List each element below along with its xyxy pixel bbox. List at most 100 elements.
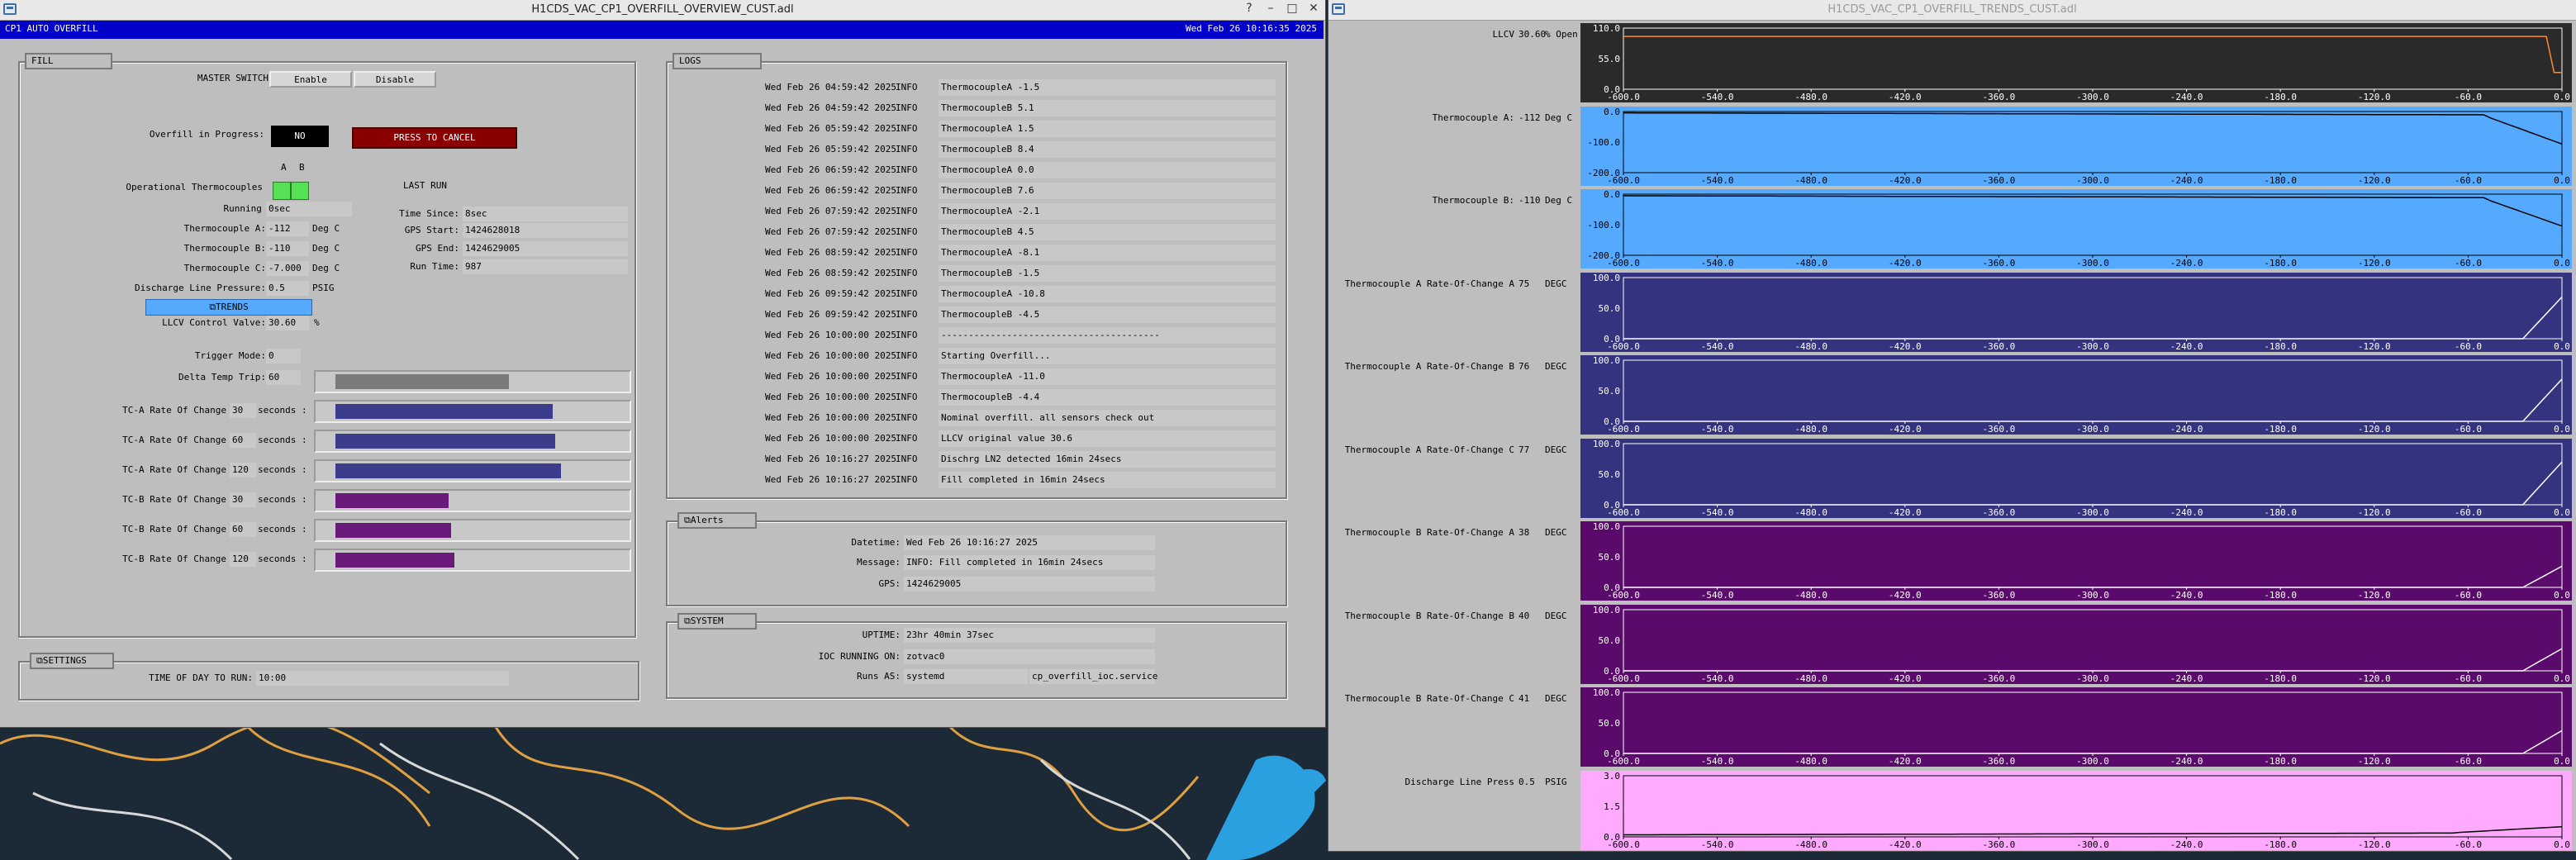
trend-value: -110 <box>1519 195 1541 206</box>
log-time: Wed Feb 26 04:59:42 2025 <box>765 102 896 113</box>
tc-a-roc-30-value: 30 <box>230 403 256 418</box>
log-message: ThermocoupleA -1.5 <box>939 79 1276 96</box>
log-entry: Wed Feb 26 04:59:42 2025 INFO Thermocouple… <box>765 79 1376 96</box>
tc-b-roc-30-bar-fill <box>335 493 449 508</box>
x-tick-label: -600.0 <box>1607 341 1640 352</box>
x-tick-label: -360.0 <box>1983 590 2016 601</box>
x-tick-label: -420.0 <box>1889 258 1922 268</box>
trend-name: Thermocouple B Rate-Of-Change A <box>1344 527 1514 538</box>
alerts-button[interactable]: ⧉Alerts <box>677 512 757 529</box>
x-tick-label: -300.0 <box>2076 175 2109 186</box>
y-tick-label: 50.0 <box>1599 386 1621 397</box>
overview-titlebar[interactable]: H1CDS_VAC_CP1_OVERFILL_OVERVIEW_CUST.adl… <box>0 0 1325 21</box>
x-tick-label: -480.0 <box>1794 424 1827 435</box>
log-level: INFO <box>896 144 918 154</box>
tc-a-roc-60-bar <box>314 430 631 453</box>
thermocouple-b-unit: Deg C <box>312 243 340 254</box>
log-level: INFO <box>896 350 918 361</box>
trend-unit: Deg C <box>1545 195 1573 206</box>
thermocouple-b-label: Thermocouple B: <box>183 243 266 254</box>
system-button[interactable]: ⧉SYSTEM <box>677 613 757 630</box>
log-entry: Wed Feb 26 08:59:42 2025 INFO Thermocouple… <box>765 265 1376 282</box>
tc-a-roc-30-label: TC-A Rate Of Change <box>122 405 226 416</box>
runs-as-label: Runs AS: <box>857 671 901 682</box>
y-tick-label: 100.0 <box>1593 355 1620 366</box>
log-time: Wed Feb 26 10:16:27 2025 <box>765 454 896 464</box>
discharge-pressure-label: Discharge Line Pressure: <box>135 283 266 293</box>
x-tick-label: -480.0 <box>1794 341 1827 352</box>
log-level: INFO <box>896 371 918 382</box>
x-tick-label: -360.0 <box>1983 756 2016 767</box>
tc-b-roc-30-value: 30 <box>230 492 256 507</box>
delta-temp-bar-fill <box>335 374 509 389</box>
trends-button[interactable]: ⧉TRENDS <box>145 299 312 316</box>
log-time: Wed Feb 26 05:59:42 2025 <box>765 144 896 154</box>
tc-b-roc-60-bar <box>314 519 631 542</box>
log-message: ThermocoupleA -11.0 <box>939 368 1276 385</box>
x-tick-label: -540.0 <box>1701 507 1734 518</box>
discharge-pressure-unit: PSIG <box>312 283 335 293</box>
time-of-day-value: 10:00 <box>256 671 509 686</box>
trend-unit: DEGC <box>1545 278 1567 289</box>
x-tick-label: -480.0 <box>1794 507 1827 518</box>
tc-a-roc-30-bar-fill <box>335 404 553 419</box>
settings-button[interactable]: ⧉SETTINGS <box>30 653 114 669</box>
x-tick-label: 0.0 <box>2554 507 2570 518</box>
x-tick-label: -540.0 <box>1701 258 1734 268</box>
log-time: Wed Feb 26 09:59:42 2025 <box>765 309 896 320</box>
log-message: LLCV original value 30.6 <box>939 430 1276 447</box>
log-entry: Wed Feb 26 08:59:42 2025 INFO Thermocouple… <box>765 245 1376 261</box>
x-tick-label: -240.0 <box>2170 92 2203 102</box>
x-tick-label: -300.0 <box>2076 590 2109 601</box>
x-tick-label: -600.0 <box>1607 175 1640 186</box>
y-tick-label: 3.0 <box>1604 771 1620 782</box>
x-tick-label: -420.0 <box>1889 507 1922 518</box>
log-entry: Wed Feb 26 07:59:42 2025 INFO Thermocouple… <box>765 224 1376 240</box>
fill-section-label: FILL <box>25 53 112 69</box>
log-message: ---------------------------------------- <box>939 327 1276 344</box>
master-switch-label: MASTER SWITCH <box>197 73 269 83</box>
maximize-icon[interactable]: □ <box>1286 2 1299 15</box>
x-tick-label: -180.0 <box>2264 756 2297 767</box>
x-tick-label: -600.0 <box>1607 590 1640 601</box>
running-for-label: Running For: <box>223 203 289 214</box>
enable-button[interactable]: Enable <box>269 71 352 88</box>
log-entry: Wed Feb 26 06:59:42 2025 INFO Thermocouple… <box>765 183 1376 199</box>
x-tick-label: -540.0 <box>1701 673 1734 684</box>
x-tick-label: 0.0 <box>2554 756 2570 767</box>
disable-button[interactable]: Disable <box>354 71 436 88</box>
press-to-cancel-button[interactable]: PRESS TO CANCEL <box>352 127 517 149</box>
delta-temp-bar <box>314 370 631 393</box>
x-tick-label: -180.0 <box>2264 507 2297 518</box>
help-icon[interactable]: ? <box>1243 2 1256 15</box>
log-level: INFO <box>896 247 918 258</box>
alert-datetime-value: Wed Feb 26 10:16:27 2025 <box>904 535 1155 550</box>
log-time: Wed Feb 26 10:00:00 2025 <box>765 350 896 361</box>
log-entry: Wed Feb 26 07:59:42 2025 INFO Thermocouple… <box>765 203 1376 220</box>
x-tick-label: -240.0 <box>2170 839 2203 850</box>
minimize-icon[interactable]: – <box>1264 2 1277 15</box>
log-level: INFO <box>896 123 918 134</box>
trend-name: Thermocouple A Rate-Of-Change B <box>1344 361 1514 372</box>
trends-titlebar[interactable]: H1CDS_VAC_CP1_OVERFILL_TRENDS_CUST.adl <box>1328 0 2576 21</box>
log-level: INFO <box>896 454 918 464</box>
x-tick-label: -240.0 <box>2170 507 2203 518</box>
run-time-value: 987 <box>463 259 628 274</box>
x-tick-label: -300.0 <box>2076 258 2109 268</box>
tc-a-roc-120-label: TC-A Rate Of Change <box>122 464 226 475</box>
runs-as-value: systemd <box>904 669 1028 684</box>
close-icon[interactable]: ✕ <box>1307 2 1320 15</box>
x-tick-label: -300.0 <box>2076 92 2109 102</box>
log-entry: Wed Feb 26 10:00:00 2025 INFO Starting Ove… <box>765 348 1376 364</box>
tc-a-roc-60-bar-fill <box>335 434 555 449</box>
gps-end-label: GPS End: <box>416 243 459 254</box>
trend-background <box>1580 189 2572 268</box>
tc-b-roc-60-unit: seconds : <box>258 524 307 535</box>
log-entry: Wed Feb 26 06:59:42 2025 INFO Thermocouple… <box>765 162 1376 178</box>
x-tick-label: -300.0 <box>2076 839 2109 850</box>
x-tick-label: -480.0 <box>1794 673 1827 684</box>
trend-name: Thermocouple B Rate-Of-Change B <box>1344 611 1514 621</box>
log-entry: Wed Feb 26 10:00:00 2025 INFO LLCV origina… <box>765 430 1376 447</box>
logs-section-label: LOGS <box>673 53 762 69</box>
ioc-running-on-label: IOC RUNNING ON: <box>818 651 901 662</box>
